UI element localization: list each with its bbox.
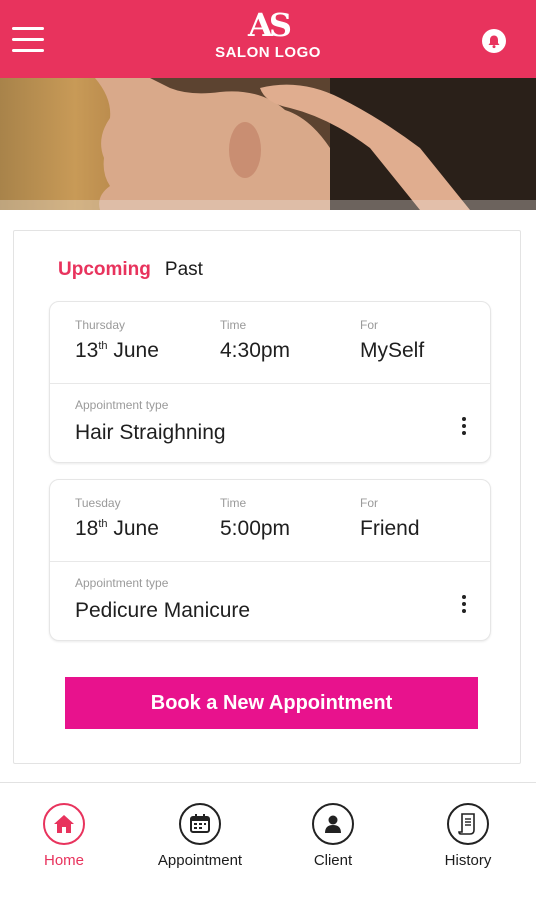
for-column: For MySelf — [360, 318, 424, 363]
appointment-type-value: Pedicure Manicure — [75, 599, 251, 622]
appointment-type-section: Appointment type Hair Straighning — [50, 384, 490, 462]
nav-history-label: History — [444, 852, 492, 869]
for-label: For — [360, 318, 378, 332]
bell-icon[interactable] — [482, 29, 506, 53]
user-icon — [312, 803, 354, 845]
for-value: MySelf — [360, 339, 425, 362]
logo-mark: AS — [248, 6, 292, 44]
nav-history[interactable]: History — [408, 803, 528, 869]
for-label: For — [360, 496, 378, 510]
appointment-card[interactable]: Thursday 13th June Time 4:30pm For MySel… — [49, 301, 491, 463]
time-label: Time — [220, 496, 247, 510]
date-column: Tuesday 18th June — [75, 496, 159, 541]
appointment-summary: Thursday 13th June Time 4:30pm For MySel… — [50, 302, 490, 384]
appointments-card: Upcoming Past Thursday 13th June Time 4:… — [13, 230, 521, 764]
day-label: Tuesday — [75, 496, 121, 510]
time-value: 4:30pm — [220, 339, 291, 362]
time-column: Time 5:00pm — [220, 496, 290, 541]
appointment-type-value: Hair Straighning — [75, 421, 226, 444]
nav-home[interactable]: Home — [4, 803, 124, 869]
nav-appointment-label: Appointment — [157, 852, 243, 869]
app-header: AS SALON LOGO — [0, 0, 536, 78]
nav-client[interactable]: Client — [273, 803, 393, 869]
tab-upcoming[interactable]: Upcoming — [58, 259, 151, 281]
time-label: Time — [220, 318, 247, 332]
document-icon — [447, 803, 489, 845]
time-value: 5:00pm — [220, 517, 291, 540]
time-column: Time 4:30pm — [220, 318, 290, 363]
logo-text: SALON LOGO — [215, 44, 321, 61]
appointment-tabs: Upcoming Past — [58, 259, 203, 281]
more-options-icon[interactable] — [460, 595, 468, 613]
tab-past[interactable]: Past — [165, 259, 203, 281]
book-appointment-button[interactable]: Book a New Appointment — [65, 677, 478, 729]
date-column: Thursday 13th June — [75, 318, 159, 363]
day-label: Thursday — [75, 318, 126, 332]
date-value: 18th June — [75, 517, 159, 540]
salon-logo: AS SALON LOGO — [0, 8, 536, 61]
for-value: Friend — [360, 517, 420, 540]
nav-client-label: Client — [313, 852, 353, 869]
more-options-icon[interactable] — [460, 417, 468, 435]
appointment-summary: Tuesday 18th June Time 5:00pm For Friend — [50, 480, 490, 562]
calendar-icon — [179, 803, 221, 845]
nav-appointment[interactable]: Appointment — [140, 803, 260, 869]
hero-photo — [0, 78, 536, 210]
appointment-type-label: Appointment type — [75, 576, 169, 590]
appointment-card[interactable]: Tuesday 18th June Time 5:00pm For Friend… — [49, 479, 491, 641]
bottom-navigation: Home Appointment Client History — [0, 782, 536, 900]
home-icon — [43, 803, 85, 845]
nav-home-label: Home — [43, 852, 84, 869]
appointment-type-section: Appointment type Pedicure Manicure — [50, 562, 490, 640]
appointment-type-label: Appointment type — [75, 398, 169, 412]
date-value: 13th June — [75, 339, 159, 362]
for-column: For Friend — [360, 496, 420, 541]
